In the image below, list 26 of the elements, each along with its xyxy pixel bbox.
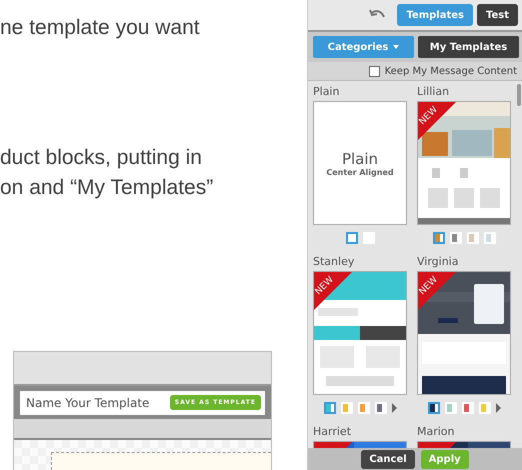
color-swatch[interactable] [324, 402, 336, 414]
color-swatch[interactable] [432, 232, 444, 244]
template-name: Lillian [417, 85, 450, 100]
thumbnail-subtitle: Center Aligned [326, 168, 394, 176]
thumbnail-title: Plain [342, 150, 378, 168]
action-button[interactable]: Cancel [361, 450, 415, 468]
tab[interactable]: Test [476, 4, 518, 26]
article-text: ne template you want [0, 15, 201, 41]
filter-tab[interactable]: Categories [313, 36, 414, 58]
more-arrow-icon[interactable] [496, 403, 500, 413]
scrollbar[interactable] [517, 84, 521, 106]
template-name: Stanley [313, 255, 356, 270]
template-name: Plain [313, 85, 340, 100]
color-swatch[interactable] [428, 402, 440, 414]
checkbox[interactable] [368, 66, 380, 76]
tab[interactable]: Templates [397, 4, 473, 26]
template-name: Virginia [417, 255, 460, 270]
template-thumbnail[interactable]: Plain Center Aligned [313, 101, 407, 225]
color-swatch[interactable] [346, 232, 358, 244]
checkbox-label: Keep My Message Content [384, 66, 517, 76]
template-name: Marion [417, 425, 456, 440]
article-text: on and “My Templates” [0, 175, 214, 201]
template-name: Harriet [313, 425, 352, 440]
filter-tab[interactable]: My Templates [418, 36, 519, 58]
article-text: duct blocks, putting in [0, 145, 203, 171]
more-arrow-icon[interactable] [392, 403, 396, 413]
